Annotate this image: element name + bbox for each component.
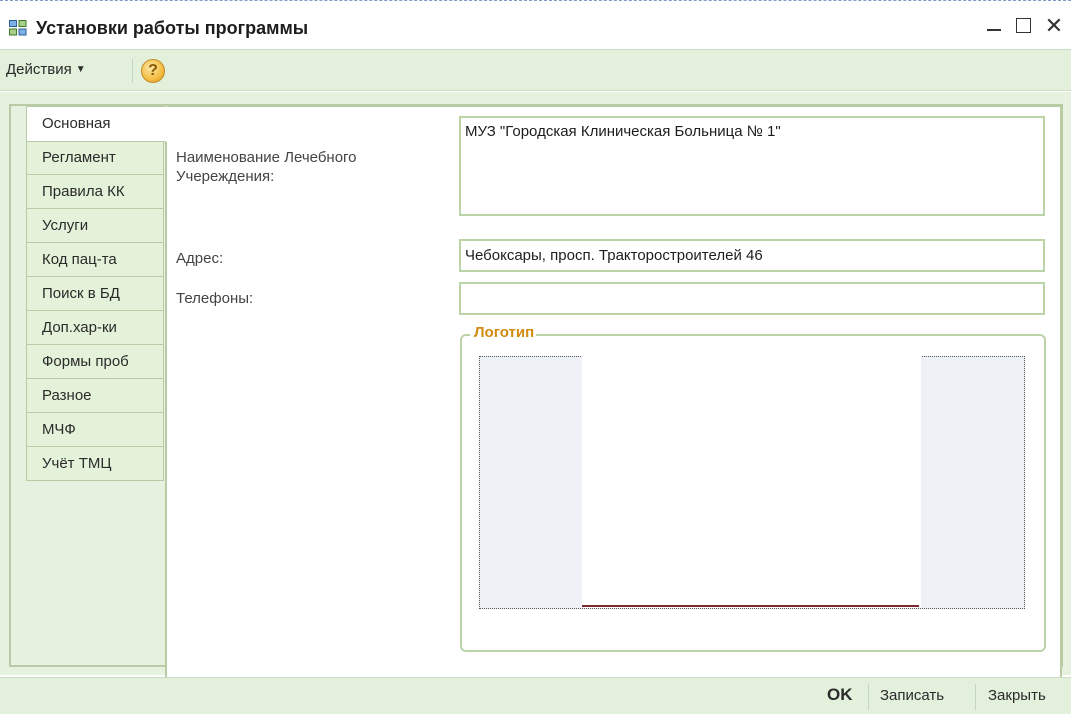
phones-label: Телефоны: (176, 290, 254, 307)
tab-label: Основная (42, 115, 111, 132)
chevron-down-icon: ▼ (75, 64, 86, 75)
tab-label: Учёт ТМЦ (42, 455, 112, 472)
institution-label-line2: Учереждения: (176, 168, 275, 185)
tab-label: Услуги (42, 217, 89, 234)
tab-schedule[interactable]: Регламент (26, 140, 164, 175)
tab-mchf[interactable]: МЧФ (26, 412, 164, 447)
logo-image (582, 356, 921, 608)
tab-label: Доп.хар-ки (42, 319, 117, 336)
ok-button[interactable]: OK (827, 685, 853, 705)
settings-window: Установки работы программы ✕ Действия ▼ ?… (0, 0, 1071, 714)
tab-qc-rules[interactable]: Правила КК (26, 174, 164, 209)
close-window-button[interactable]: ✕ (1043, 15, 1065, 37)
tab-label: Код пац-та (42, 251, 117, 268)
maximize-icon (1016, 18, 1031, 33)
tab-db-search[interactable]: Поиск в БД (26, 276, 164, 311)
close-button[interactable]: Закрыть (988, 687, 1046, 704)
toolbar-separator (132, 59, 133, 83)
maximize-button[interactable] (1013, 15, 1035, 37)
tab-services[interactable]: Услуги (26, 208, 164, 243)
address-label: Адрес: (176, 250, 224, 267)
window-title: Установки работы программы (36, 18, 309, 38)
close-icon: ✕ (1044, 13, 1064, 38)
tab-label: МЧФ (42, 421, 76, 438)
tab-inventory[interactable]: Учёт ТМЦ (26, 446, 164, 481)
tab-label: Разное (42, 387, 92, 404)
title-bar[interactable]: Установки работы программы ✕ (0, 1, 1071, 43)
tab-label: Поиск в БД (42, 285, 120, 302)
footer-separator (975, 684, 976, 710)
tab-label: Правила КК (42, 183, 125, 200)
toolbar: Действия ▼ ? (0, 49, 1071, 91)
institution-name-field[interactable]: МУЗ "Городская Клиническая Больница № 1" (459, 116, 1045, 216)
tab-label: Формы проб (42, 353, 129, 370)
tab-sample-forms[interactable]: Формы проб (26, 344, 164, 379)
address-field[interactable] (459, 239, 1045, 272)
save-button[interactable]: Записать (880, 687, 944, 704)
tab-extra-props[interactable]: Доп.хар-ки (26, 310, 164, 345)
logo-group-title: Логотип (470, 324, 537, 342)
tab-patient-code[interactable]: Код пац-та (26, 242, 164, 277)
tab-misc[interactable]: Разное (26, 378, 164, 413)
tab-label: Регламент (42, 149, 116, 166)
form-icon (9, 20, 27, 36)
actions-menu-label: Действия (6, 61, 72, 78)
actions-menu-button[interactable]: Действия ▼ (6, 61, 86, 81)
phones-field[interactable] (459, 282, 1045, 315)
help-icon[interactable]: ? (141, 59, 165, 83)
logo-image-edge (582, 605, 919, 607)
minimize-button[interactable] (983, 15, 1005, 37)
minimize-icon (987, 29, 1001, 31)
footer-separator (868, 684, 869, 710)
tab-main[interactable]: Основная (26, 106, 167, 142)
footer-bar: OK Записать Закрыть (0, 677, 1071, 714)
institution-label-line1: Наименование Лечебного (176, 149, 357, 166)
